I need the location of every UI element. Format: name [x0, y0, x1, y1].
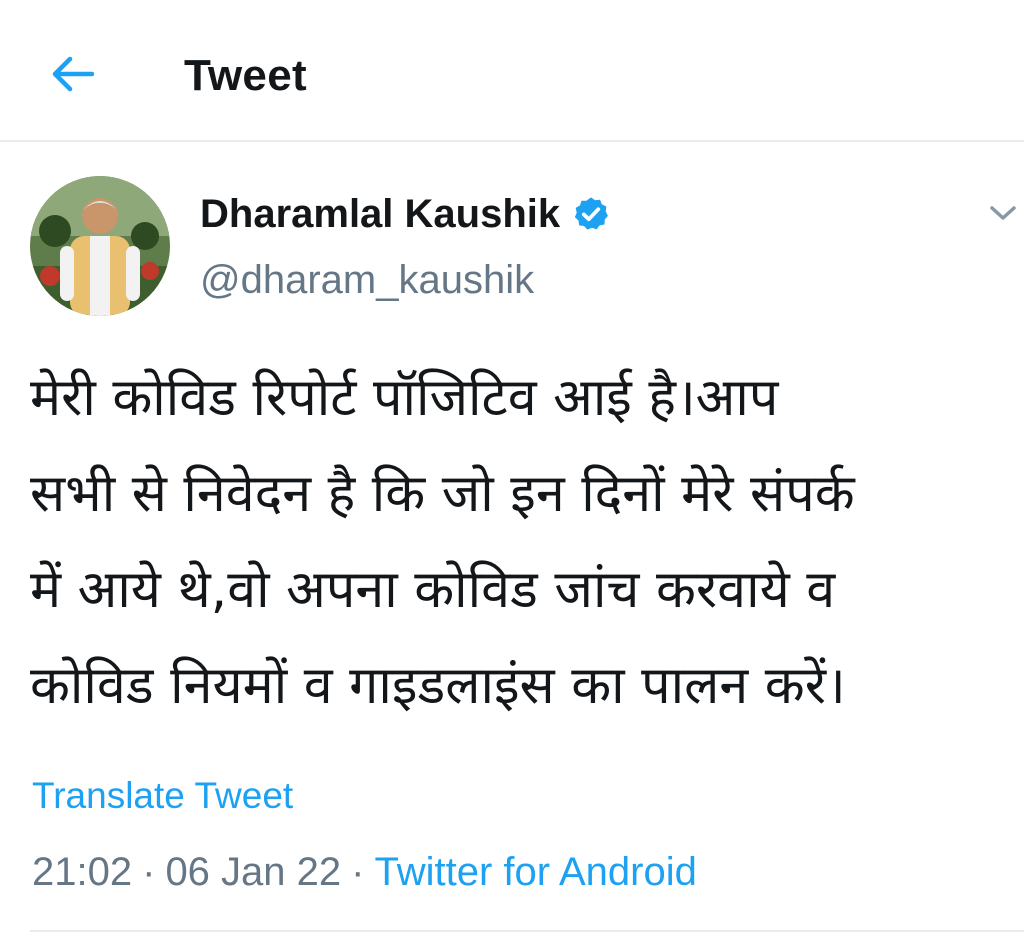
meta-separator: ·	[142, 850, 156, 894]
tweet-text-line: मेरी कोविड रिपोर्ट पॉजिटिव आई है।आप	[30, 368, 779, 428]
top-bar: Tweet	[0, 0, 1024, 142]
avatar-image	[30, 176, 170, 316]
chevron-down-icon[interactable]	[986, 198, 1020, 228]
tweet-text-line: कोविड नियमों व गाइडलाइंस का पालन करें।	[30, 656, 846, 716]
divider	[30, 930, 1024, 932]
author-name-text: Dharamlal Kaushik	[200, 192, 561, 236]
tweet-detail-screen: Tweet Dharamlal Kaushik @dharam_kaushik	[0, 0, 1024, 939]
tweet-text-line: में आये थे,वो अपना कोविड जांच करवाये व	[30, 560, 836, 620]
tweet-source-link[interactable]: Twitter for Android	[374, 850, 696, 894]
tweet-time: 21:02	[32, 850, 133, 894]
author-handle[interactable]: @dharam_kaushik	[200, 254, 534, 306]
translate-tweet-link[interactable]: Translate Tweet	[32, 772, 293, 820]
tweet-metadata: 21:02 · 06 Jan 22 · Twitter for Android	[32, 846, 697, 898]
author-name[interactable]: Dharamlal Kaushik	[200, 188, 610, 240]
page-title: Tweet	[184, 51, 307, 100]
verified-badge-icon	[574, 197, 609, 230]
meta-separator: ·	[351, 850, 365, 894]
back-button[interactable]	[44, 50, 100, 98]
tweet-text-line: सभी से निवेदन है कि जो इन दिनों मेरे संप…	[30, 464, 855, 524]
avatar[interactable]	[30, 176, 170, 316]
arrow-left-icon	[52, 56, 94, 92]
tweet-date: 06 Jan 22	[165, 850, 342, 894]
tweet-text: मेरी कोविड रिपोर्ट पॉजिटिव आई है।आप सभी …	[30, 350, 1015, 734]
